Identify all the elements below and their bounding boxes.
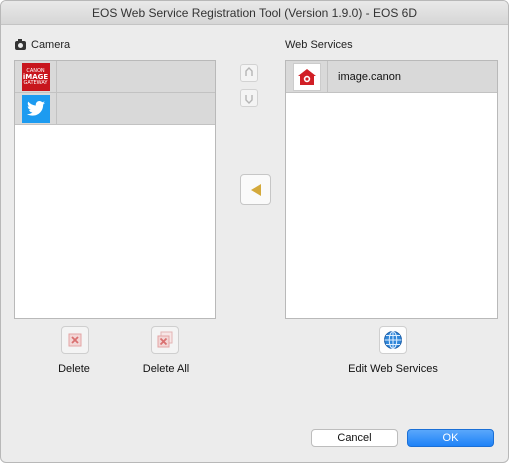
image-canon-icon	[292, 62, 321, 91]
camera-service-list[interactable]: CANON iMAGE GATEWAY	[14, 60, 216, 319]
camera-label-text: Camera	[31, 39, 71, 51]
title-bar: EOS Web Service Registration Tool (Versi…	[1, 1, 508, 25]
registration-tool-window: EOS Web Service Registration Tool (Versi…	[0, 0, 509, 463]
edit-web-services-caption: Edit Web Services	[348, 363, 438, 375]
move-down-button[interactable]	[240, 89, 258, 107]
delete-icon	[68, 333, 82, 347]
globe-icon	[384, 331, 402, 349]
camera-icon	[15, 38, 26, 50]
delete-all-button[interactable]	[151, 326, 179, 354]
row-icon-cell	[15, 93, 57, 124]
row-icon-cell: CANON iMAGE GATEWAY	[15, 61, 57, 92]
window-title: EOS Web Service Registration Tool (Versi…	[91, 6, 418, 20]
add-to-camera-button[interactable]	[240, 174, 271, 205]
camera-list-item-canon-image-gateway[interactable]: CANON iMAGE GATEWAY	[15, 61, 215, 93]
delete-all-icon	[157, 331, 173, 348]
web-services-section-label: Web Services	[285, 39, 353, 51]
move-up-button[interactable]	[240, 64, 258, 82]
camera-list-item-twitter[interactable]	[15, 93, 215, 125]
canon-image-gateway-icon: CANON iMAGE GATEWAY	[21, 62, 50, 91]
cancel-button[interactable]: Cancel	[311, 429, 398, 447]
web-services-list-item-label: image.canon	[338, 70, 401, 83]
twitter-icon	[21, 94, 50, 123]
canon-icon-line3: GATEWAY	[23, 79, 48, 86]
delete-caption: Delete	[58, 363, 90, 375]
edit-web-services-button[interactable]	[379, 326, 407, 354]
move-up-icon	[245, 67, 253, 76]
web-services-list[interactable]: image.canon	[285, 60, 498, 319]
web-services-list-item-image-canon[interactable]: image.canon	[286, 61, 497, 93]
delete-all-caption: Delete All	[142, 363, 190, 375]
image-canon-logo-icon	[297, 68, 316, 85]
row-icon-cell	[286, 61, 328, 92]
ok-button[interactable]: OK	[407, 429, 494, 447]
delete-button[interactable]	[61, 326, 89, 354]
twitter-bird-icon	[26, 101, 45, 116]
camera-section-label: Camera	[15, 38, 71, 51]
left-arrow-icon	[250, 183, 261, 196]
move-down-icon	[245, 95, 253, 104]
